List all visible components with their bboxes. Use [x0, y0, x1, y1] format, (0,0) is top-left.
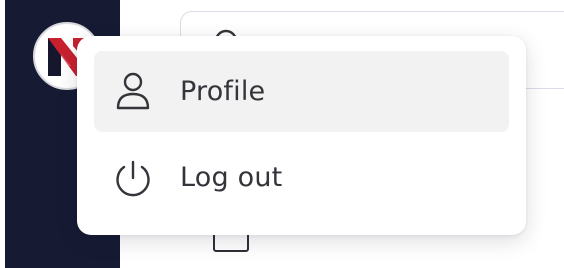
menu-item-label: Profile — [180, 76, 266, 107]
menu-item-profile[interactable]: Profile — [94, 51, 509, 132]
user-dropdown-menu: Profile Log out — [77, 36, 526, 235]
menu-item-logout[interactable]: Log out — [94, 137, 509, 218]
user-icon — [111, 70, 155, 114]
menu-item-label: Log out — [180, 162, 283, 193]
power-icon — [111, 156, 155, 200]
